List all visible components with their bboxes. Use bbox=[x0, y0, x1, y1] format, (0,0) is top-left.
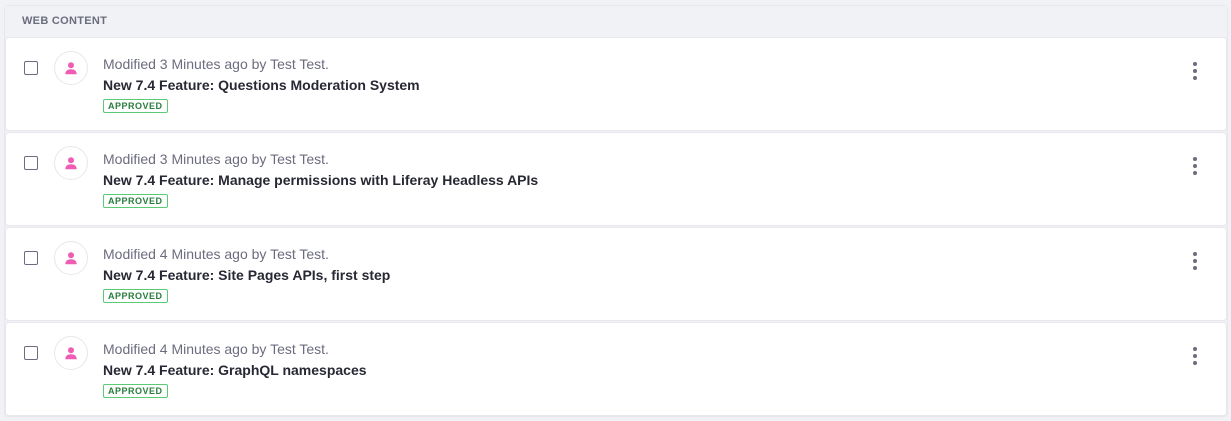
avatar bbox=[54, 241, 88, 275]
vertical-ellipsis-icon bbox=[1193, 252, 1197, 256]
vertical-ellipsis-icon bbox=[1193, 62, 1197, 66]
vertical-ellipsis-icon bbox=[1193, 157, 1197, 161]
select-checkbox[interactable] bbox=[24, 346, 38, 360]
user-icon bbox=[65, 252, 77, 265]
user-icon bbox=[65, 62, 77, 75]
modified-text: Modified 4 Minutes ago by Test Test. bbox=[103, 341, 329, 357]
status-badge: APPROVED bbox=[103, 194, 168, 208]
user-icon bbox=[65, 157, 77, 170]
section-header: WEB CONTENT bbox=[5, 6, 1227, 37]
list-item[interactable]: Modified 3 Minutes ago by Test Test. New… bbox=[5, 132, 1227, 226]
actions-menu-button[interactable] bbox=[1182, 343, 1208, 369]
vertical-ellipsis-icon bbox=[1193, 347, 1197, 351]
item-title[interactable]: New 7.4 Feature: Manage permissions with… bbox=[103, 172, 538, 188]
modified-text: Modified 4 Minutes ago by Test Test. bbox=[103, 246, 329, 262]
item-title[interactable]: New 7.4 Feature: GraphQL namespaces bbox=[103, 362, 367, 378]
user-icon bbox=[65, 347, 77, 360]
list-item[interactable]: Modified 4 Minutes ago by Test Test. New… bbox=[5, 227, 1227, 321]
status-badge: APPROVED bbox=[103, 289, 168, 303]
select-checkbox[interactable] bbox=[24, 251, 38, 265]
status-badge: APPROVED bbox=[103, 99, 168, 113]
status-badge: APPROVED bbox=[103, 384, 168, 398]
avatar bbox=[54, 51, 88, 85]
actions-menu-button[interactable] bbox=[1182, 58, 1208, 84]
select-checkbox[interactable] bbox=[24, 61, 38, 75]
actions-menu-button[interactable] bbox=[1182, 248, 1208, 274]
item-title[interactable]: New 7.4 Feature: Questions Moderation Sy… bbox=[103, 77, 420, 93]
modified-text: Modified 3 Minutes ago by Test Test. bbox=[103, 56, 329, 72]
list-item[interactable]: Modified 4 Minutes ago by Test Test. New… bbox=[5, 322, 1227, 416]
web-content-panel: WEB CONTENT Modified 3 Minutes ago by Te… bbox=[4, 5, 1228, 417]
avatar bbox=[54, 146, 88, 180]
select-checkbox[interactable] bbox=[24, 156, 38, 170]
item-title[interactable]: New 7.4 Feature: Site Pages APIs, first … bbox=[103, 267, 390, 283]
modified-text: Modified 3 Minutes ago by Test Test. bbox=[103, 151, 329, 167]
actions-menu-button[interactable] bbox=[1182, 153, 1208, 179]
avatar bbox=[54, 336, 88, 370]
list-item[interactable]: Modified 3 Minutes ago by Test Test. New… bbox=[5, 37, 1227, 131]
